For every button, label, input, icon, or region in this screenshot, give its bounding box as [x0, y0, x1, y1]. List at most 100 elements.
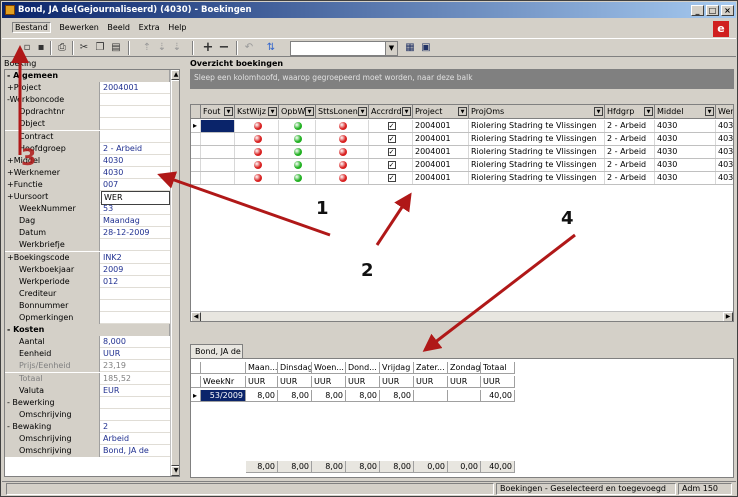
filter-dropdown-icon[interactable]: ▼ — [358, 107, 367, 116]
column-header[interactable]: KstWijz ▼ — [235, 105, 279, 119]
hours-cell[interactable]: 8,00 — [246, 390, 278, 402]
copy-icon[interactable]: ❐ — [93, 41, 107, 54]
tab-employee[interactable]: Bond, JA de — [190, 344, 243, 358]
cell-fout[interactable] — [201, 159, 235, 171]
cell-fout[interactable] — [201, 120, 235, 132]
menu-help[interactable]: Help — [168, 23, 186, 32]
filter-combobox[interactable]: ▼ — [290, 41, 398, 56]
property-row[interactable]: +Uursoort WER — [5, 191, 170, 205]
day-header[interactable]: Zater... — [414, 362, 448, 374]
save-icon[interactable]: ▪ — [34, 41, 48, 54]
nav-down-icon[interactable]: ⇣ — [155, 41, 169, 54]
row-selector[interactable] — [191, 159, 201, 171]
maximize-button[interactable]: □ — [706, 5, 719, 16]
nav-last-icon[interactable]: ⇣ — [170, 41, 184, 54]
day-header[interactable]: Totaal — [481, 362, 515, 374]
checkbox-checked-icon[interactable]: ✓ — [387, 135, 396, 143]
scroll-thumb[interactable] — [171, 80, 179, 466]
property-row[interactable]: Omschrijving Arbeid — [5, 433, 170, 446]
day-header[interactable]: Vrijdag — [380, 362, 414, 374]
cell-accrdrd[interactable]: ✓ — [369, 120, 413, 132]
cell-accrdrd[interactable]: ✓ — [369, 172, 413, 184]
row-selector[interactable]: ▸ — [191, 390, 201, 402]
property-row[interactable]: Object — [5, 118, 170, 131]
property-row[interactable]: Werkboekjaar 2009 — [5, 263, 170, 276]
scroll-up-icon[interactable]: ▲ — [171, 70, 179, 80]
property-value[interactable]: 2 — [101, 421, 170, 433]
property-value[interactable]: 007 — [101, 179, 170, 191]
property-value[interactable]: 2 - Arbeid — [101, 143, 170, 155]
property-value[interactable]: 53 — [101, 203, 170, 215]
property-value[interactable]: 4030 — [101, 155, 170, 167]
column-header[interactable]: Project ▼ — [413, 105, 469, 119]
property-row[interactable]: WeekNummer 53 — [5, 203, 170, 216]
row-selector[interactable] — [191, 146, 201, 158]
property-value[interactable]: 4030 — [101, 167, 170, 179]
property-value[interactable]: Maandag — [101, 215, 170, 227]
property-value[interactable]: 8,000 — [101, 336, 170, 348]
filter-dropdown-icon[interactable]: ▼ — [644, 107, 653, 116]
property-row[interactable]: Aantal 8,000 — [5, 336, 170, 349]
hours-cell[interactable]: 8,00 — [346, 390, 380, 402]
minimize-button[interactable]: _ — [691, 5, 704, 16]
filter-dropdown-icon[interactable]: ▼ — [705, 107, 714, 116]
property-value[interactable]: 23,19 — [101, 360, 170, 372]
calendar-icon[interactable]: ▣ — [419, 41, 433, 54]
property-value[interactable]: 012 — [101, 276, 170, 288]
property-row[interactable]: Eenheid UUR — [5, 348, 170, 361]
property-value[interactable]: Arbeid — [101, 433, 170, 445]
property-value[interactable]: UUR — [101, 348, 170, 360]
export-icon[interactable]: ▦ — [403, 41, 417, 54]
cell-fout[interactable] — [201, 172, 235, 184]
table-row[interactable]: ✓ 2004001 Riolering Stadring te Vlissingen… — [191, 146, 733, 159]
row-selector[interactable] — [191, 172, 201, 184]
cell-fout[interactable] — [201, 133, 235, 145]
column-header[interactable]: Fout ▼ — [201, 105, 235, 119]
property-value[interactable]: 28-12-2009 — [101, 227, 170, 239]
column-header[interactable]: SttsLonen ▼ — [316, 105, 369, 119]
hours-cell[interactable] — [414, 390, 448, 402]
row-selector[interactable]: ▸ — [191, 120, 201, 132]
table-row[interactable]: ▸ ✓ 2004001 Riolering Stadring te Vlissinge… — [191, 120, 733, 133]
hours-cell[interactable]: 8,00 — [380, 390, 414, 402]
filter-dropdown-icon[interactable]: ▼ — [594, 107, 603, 116]
column-header[interactable]: Wer▼ — [716, 105, 733, 119]
checkbox-checked-icon[interactable]: ✓ — [387, 122, 396, 130]
property-row[interactable]: Contract — [5, 130, 170, 143]
day-header[interactable]: Maan... — [246, 362, 278, 374]
scroll-left-icon[interactable]: ◀ — [191, 312, 201, 321]
column-header[interactable]: Accrdrd ▼ — [369, 105, 413, 119]
chevron-down-icon[interactable]: ▼ — [385, 42, 397, 55]
table-row[interactable]: ✓ 2004001 Riolering Stadring te Vlissingen… — [191, 172, 733, 185]
print-icon[interactable]: ⎙ — [55, 41, 69, 54]
menu-extra[interactable]: Extra — [139, 23, 160, 32]
scroll-down-icon[interactable]: ▼ — [171, 466, 179, 476]
property-row[interactable]: Werkperiode 012 — [5, 275, 170, 288]
property-row[interactable]: - Algemeen — [5, 70, 170, 83]
property-value[interactable]: Bond, JA de — [101, 445, 170, 457]
paste-icon[interactable]: ▤ — [109, 41, 123, 54]
property-row[interactable]: -Werkboncode — [5, 94, 170, 107]
add-icon[interactable]: + — [201, 41, 215, 54]
property-row[interactable]: Datum 28-12-2009 — [5, 227, 170, 240]
week-number-cell[interactable]: 53/2009 — [201, 390, 246, 402]
nav-up-icon[interactable]: ⇡ — [140, 41, 154, 54]
filter-dropdown-icon[interactable]: ▼ — [402, 107, 411, 116]
property-row[interactable]: Totaal 185,52 — [5, 372, 170, 385]
undo-icon[interactable]: ↶ — [242, 41, 256, 54]
property-row[interactable]: - Kosten — [5, 324, 170, 337]
property-row[interactable]: Crediteur — [5, 287, 170, 300]
property-row[interactable]: - Bewaking 2 — [5, 420, 170, 433]
hours-cell[interactable]: 8,00 — [278, 390, 312, 402]
column-header[interactable]: Middel ▼ — [655, 105, 716, 119]
day-header[interactable]: Woen... — [312, 362, 346, 374]
menu-bestand[interactable]: Bestand — [12, 22, 51, 33]
property-row[interactable]: - Bewerking — [5, 396, 170, 409]
property-row[interactable]: Prijs/Eenheid 23,19 — [5, 360, 170, 373]
column-header[interactable]: ProjOms ▼ — [469, 105, 605, 119]
filter-dropdown-icon[interactable]: ▼ — [305, 107, 314, 116]
scroll-right-icon[interactable]: ▶ — [723, 312, 733, 321]
property-row[interactable]: Bonnummer — [5, 299, 170, 312]
table-row[interactable]: ✓ 2004001 Riolering Stadring te Vlissingen… — [191, 133, 733, 146]
property-value[interactable]: INK2 — [101, 252, 170, 264]
